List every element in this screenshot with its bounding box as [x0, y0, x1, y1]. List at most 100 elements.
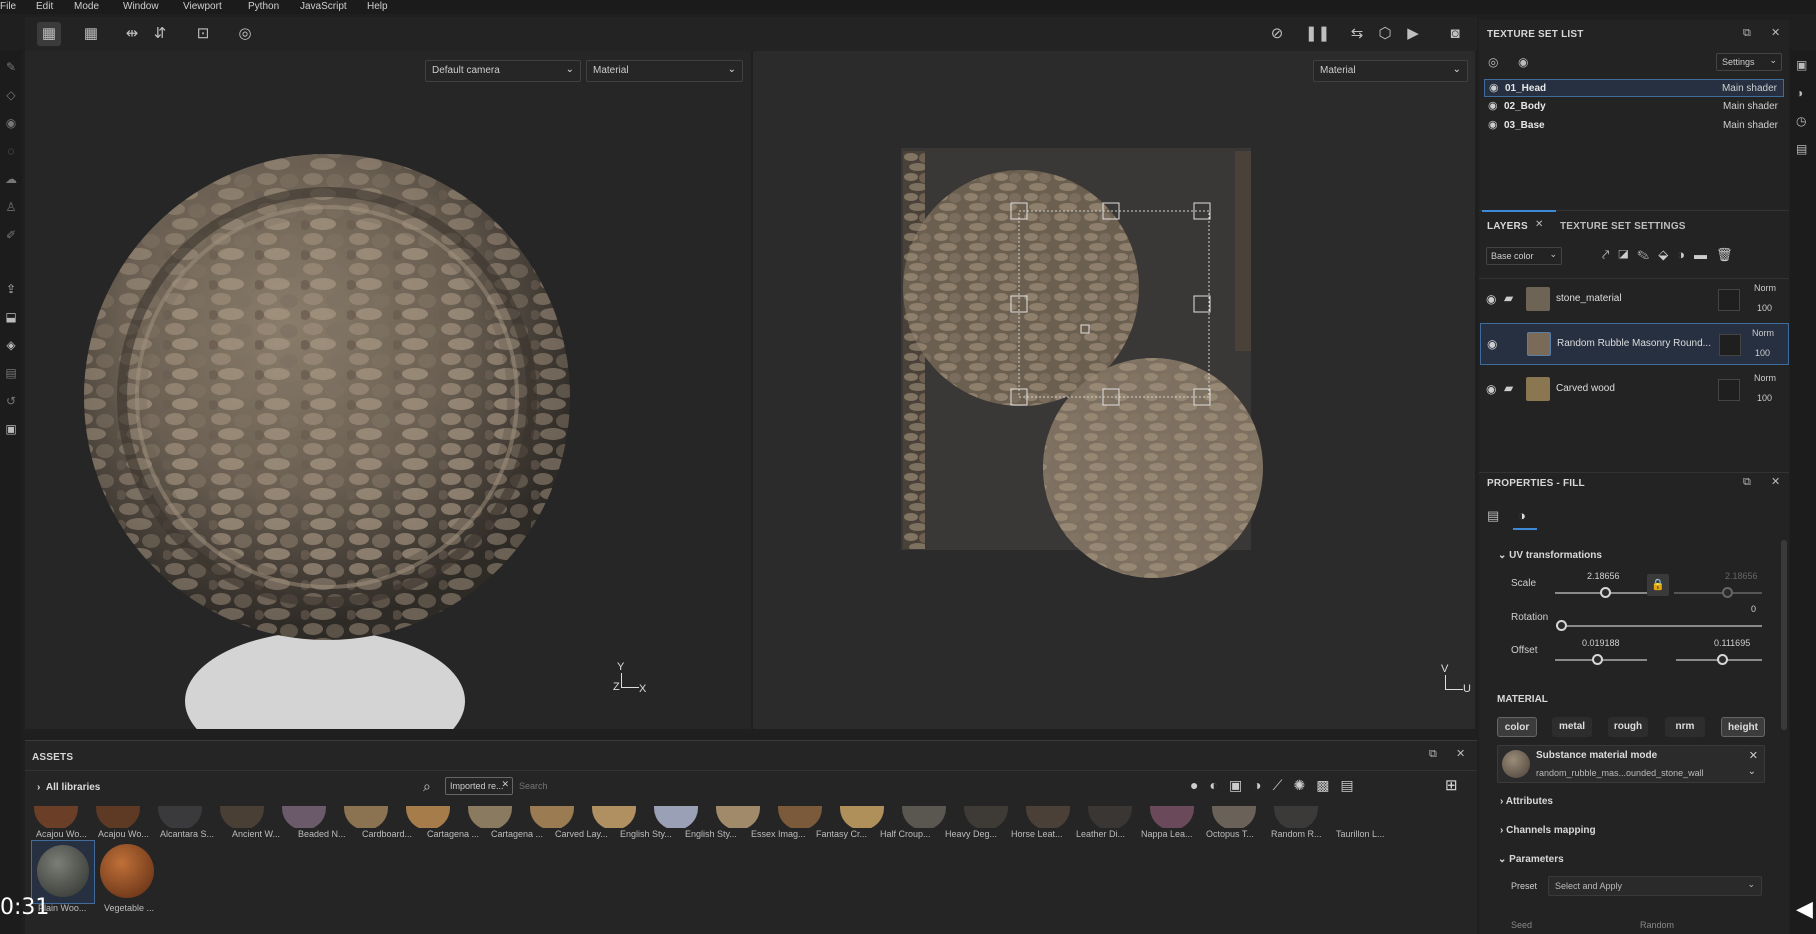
offset-v-slider-knob[interactable]: [1717, 654, 1728, 665]
geometry-fill-icon[interactable]: ◌: [2, 142, 20, 160]
grid-view-toggle-icon[interactable]: ⊞: [1445, 776, 1458, 794]
menu-mode[interactable]: Mode: [74, 1, 99, 12]
projection-icon[interactable]: ◉: [2, 114, 20, 132]
asset-thumbnail[interactable]: [654, 806, 698, 828]
asset-thumbnail[interactable]: [1212, 806, 1256, 828]
layer-blend-mode[interactable]: Norm: [1754, 373, 1776, 383]
grid-layout-icon[interactable]: ▦: [79, 22, 103, 46]
material-sphere-icon[interactable]: ◑: [1518, 508, 1526, 523]
camera-video-icon[interactable]: ▶: [1401, 22, 1425, 46]
material-filter-icon[interactable]: ●: [1190, 777, 1209, 793]
layer-opacity[interactable]: 100: [1757, 393, 1772, 403]
add-mask-icon[interactable]: ◪: [1618, 247, 1637, 262]
offset-u-value[interactable]: 0.019188: [1582, 638, 1620, 648]
smart-material-filter-icon[interactable]: ◐: [1209, 777, 1228, 793]
stack-icon[interactable]: ▤: [1796, 142, 1807, 156]
menu-window[interactable]: Window: [123, 1, 159, 12]
search-input[interactable]: [519, 778, 719, 794]
symmetry-horizontal-icon[interactable]: ⇹: [120, 22, 144, 46]
history-clock-icon[interactable]: ◷: [1796, 114, 1806, 128]
scale-slider-knob[interactable]: [1600, 587, 1611, 598]
layer-blend-mode[interactable]: Norm: [1754, 283, 1776, 293]
clone-icon[interactable]: ♙: [2, 198, 20, 216]
layer-mask-slot[interactable]: [1718, 289, 1740, 311]
texture-filter-icon[interactable]: ▣: [1229, 777, 1253, 793]
channel-height-button[interactable]: height: [1721, 717, 1765, 737]
paint-brush-icon[interactable]: ✎: [2, 58, 20, 76]
bake-icon[interactable]: ⬓: [2, 308, 20, 326]
asset-thumbnail[interactable]: [1150, 806, 1194, 828]
asset-thumbnail[interactable]: [1274, 806, 1318, 828]
fill-settings-icon[interactable]: ▤: [1487, 508, 1499, 524]
asset-thumbnail[interactable]: [220, 806, 264, 828]
attributes-section[interactable]: › Attributes: [1500, 796, 1553, 807]
menu-edit[interactable]: Edit: [36, 1, 53, 12]
rotation-slider-knob[interactable]: [1556, 620, 1567, 631]
layer-blend-mode[interactable]: Norm: [1752, 328, 1774, 338]
layer-opacity[interactable]: 100: [1757, 303, 1772, 313]
eye-icon[interactable]: ◉: [1488, 99, 1498, 112]
grid-view-icon[interactable]: ▦: [37, 22, 61, 46]
asset-thumbnail[interactable]: [1088, 806, 1132, 828]
add-folder-icon[interactable]: ▬: [1694, 247, 1716, 262]
particles-filter-icon[interactable]: ✺: [1293, 777, 1316, 793]
tab-texture-set-settings[interactable]: TEXTURE SET SETTINGS: [1560, 221, 1686, 232]
picker-icon[interactable]: ✐: [2, 226, 20, 244]
undock-icon[interactable]: ⧉: [1429, 748, 1437, 761]
close-icon[interactable]: ✕: [1456, 747, 1465, 760]
close-icon[interactable]: ✕: [1771, 475, 1780, 488]
texture-set-row[interactable]: ◉ 03_Base Main shader: [1484, 117, 1784, 135]
close-icon[interactable]: ✕: [501, 779, 509, 790]
layer-mask-slot[interactable]: [1719, 334, 1741, 356]
export-icon[interactable]: ⇪: [2, 280, 20, 298]
add-paint-layer-icon[interactable]: ✎: [1637, 247, 1658, 262]
menu-javascript[interactable]: JavaScript: [300, 1, 347, 12]
asset-thumbnail[interactable]: [158, 806, 202, 828]
asset-thumbnail[interactable]: [406, 806, 450, 828]
asset-thumbnail[interactable]: [96, 806, 140, 828]
layer-row[interactable]: ◉ Random Rubble Masonry Round... Norm 10…: [1480, 323, 1789, 365]
asset-thumbnail[interactable]: [964, 806, 1008, 828]
close-icon[interactable]: ✕: [1749, 749, 1758, 762]
offset-v-value[interactable]: 0.111695: [1714, 638, 1750, 648]
menu-help[interactable]: Help: [367, 1, 388, 12]
chevron-down-icon[interactable]: ⌄: [1748, 766, 1756, 777]
asset-thumbnail[interactable]: [100, 844, 154, 898]
eye-icon[interactable]: ◉: [1486, 382, 1496, 396]
target-icon[interactable]: ◎: [233, 22, 257, 46]
eye-icon[interactable]: ◉: [1488, 118, 1498, 131]
layer-opacity[interactable]: 100: [1755, 348, 1770, 358]
close-icon[interactable]: ✕: [1771, 26, 1780, 39]
undock-icon[interactable]: ⧉: [1743, 476, 1751, 489]
image-filter-icon[interactable]: ▤: [1340, 777, 1364, 793]
environment-filter-icon[interactable]: ◑: [1253, 777, 1272, 793]
eye-icon[interactable]: ◉: [1486, 292, 1496, 306]
asset-thumbnail[interactable]: [592, 806, 636, 828]
asset-thumbnail[interactable]: [34, 806, 78, 828]
eraser-icon[interactable]: ◇: [2, 86, 20, 104]
filter-chip[interactable]: Imported re... ✕: [445, 777, 513, 795]
shader-icon[interactable]: ▤: [2, 364, 20, 382]
search-icon[interactable]: ⌕: [423, 778, 431, 795]
settings-dropdown[interactable]: Settings ⌄: [1716, 53, 1782, 71]
asset-thumbnail[interactable]: [530, 806, 574, 828]
layer-mask-slot[interactable]: [1718, 379, 1740, 401]
undock-icon[interactable]: ⧉: [1743, 27, 1751, 40]
smudge-icon[interactable]: ☁: [2, 170, 20, 188]
lock-icon[interactable]: 🔒: [1647, 574, 1669, 596]
alpha-filter-icon[interactable]: ▩: [1316, 777, 1340, 793]
close-tab-icon[interactable]: ✕: [1535, 219, 1543, 230]
seed-random-button[interactable]: Random: [1640, 920, 1674, 930]
channel-filter-dropdown[interactable]: Base color ⌄: [1486, 247, 1562, 265]
rotation-slider[interactable]: [1560, 625, 1762, 627]
asset-thumbnail[interactable]: [282, 806, 326, 828]
asset-thumbnail[interactable]: [1026, 806, 1070, 828]
preset-dropdown[interactable]: Select and Apply ⌄: [1548, 876, 1762, 896]
asset-thumbnail[interactable]: [778, 806, 822, 828]
channel-color-button[interactable]: color: [1497, 717, 1537, 737]
material-ball-icon[interactable]: ◑: [1796, 86, 1803, 100]
add-effect-icon[interactable]: ⤤: [1602, 247, 1618, 262]
volume-icon[interactable]: ◀: [1796, 896, 1813, 922]
channel-metal-button[interactable]: metal: [1552, 717, 1592, 737]
uv-transformations-section[interactable]: ⌄ UV transformations: [1498, 550, 1602, 561]
